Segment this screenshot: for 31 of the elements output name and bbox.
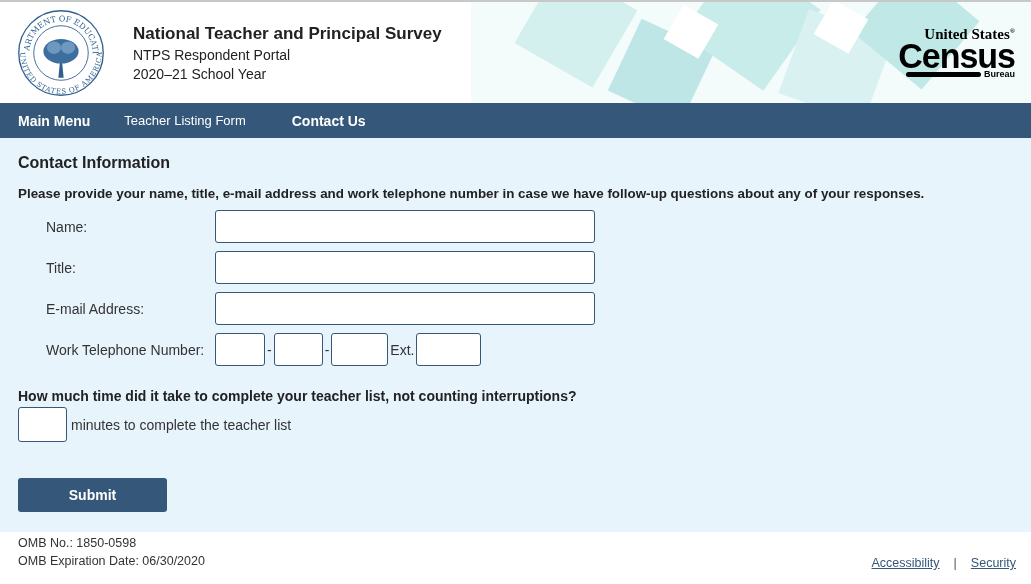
- field-label: Title:: [46, 259, 77, 276]
- omb-number: OMB No.: 1850-0598: [18, 536, 138, 550]
- phone-line-field[interactable]: [331, 333, 389, 366]
- input-field[interactable]: [215, 292, 595, 325]
- instructions: Please provide your name, title, e-mail address and work telephone number in case we have follow-up questions about any of your responses.: [18, 186, 926, 201]
- minutes-field[interactable]: [18, 407, 67, 442]
- section-title: Contact Information: [18, 154, 171, 172]
- nav-link[interactable]: Contact Us: [291, 112, 366, 129]
- extension-field[interactable]: [416, 333, 482, 366]
- field-label: Work Telephone Number:: [46, 341, 206, 358]
- separator: -: [267, 341, 272, 358]
- omb-expiration: OMB Expiration Date: 06/30/2020: [18, 554, 205, 568]
- link-separator: |: [953, 556, 957, 570]
- input-field[interactable]: [215, 210, 595, 243]
- nav-link[interactable]: Main Menu: [18, 112, 91, 129]
- footer-link[interactable]: Security: [970, 556, 1016, 570]
- separator: -: [324, 341, 330, 358]
- field-label: Name:: [46, 218, 89, 235]
- minutes-label: minutes to complete the teacher list: [71, 416, 292, 433]
- phone-prefix-field[interactable]: [273, 333, 323, 366]
- time-question: How much time did it take to complete your teacher list, not counting interruptions?: [18, 388, 578, 404]
- nav-link[interactable]: Teacher Listing Form: [124, 113, 246, 128]
- area-code-field[interactable]: [215, 333, 265, 366]
- school-year: 2020–21 School Year: [133, 65, 268, 82]
- field-label: E-mail Address:: [46, 300, 146, 317]
- submit-button[interactable]: Submit: [18, 478, 167, 512]
- input-field[interactable]: [215, 251, 595, 284]
- extension-label: Ext.: [390, 341, 415, 358]
- footer-link[interactable]: Accessibility: [871, 556, 940, 570]
- portal-name: NTPS Respondent Portal: [133, 46, 292, 63]
- survey-title: National Teacher and Principal Survey: [133, 23, 442, 44]
